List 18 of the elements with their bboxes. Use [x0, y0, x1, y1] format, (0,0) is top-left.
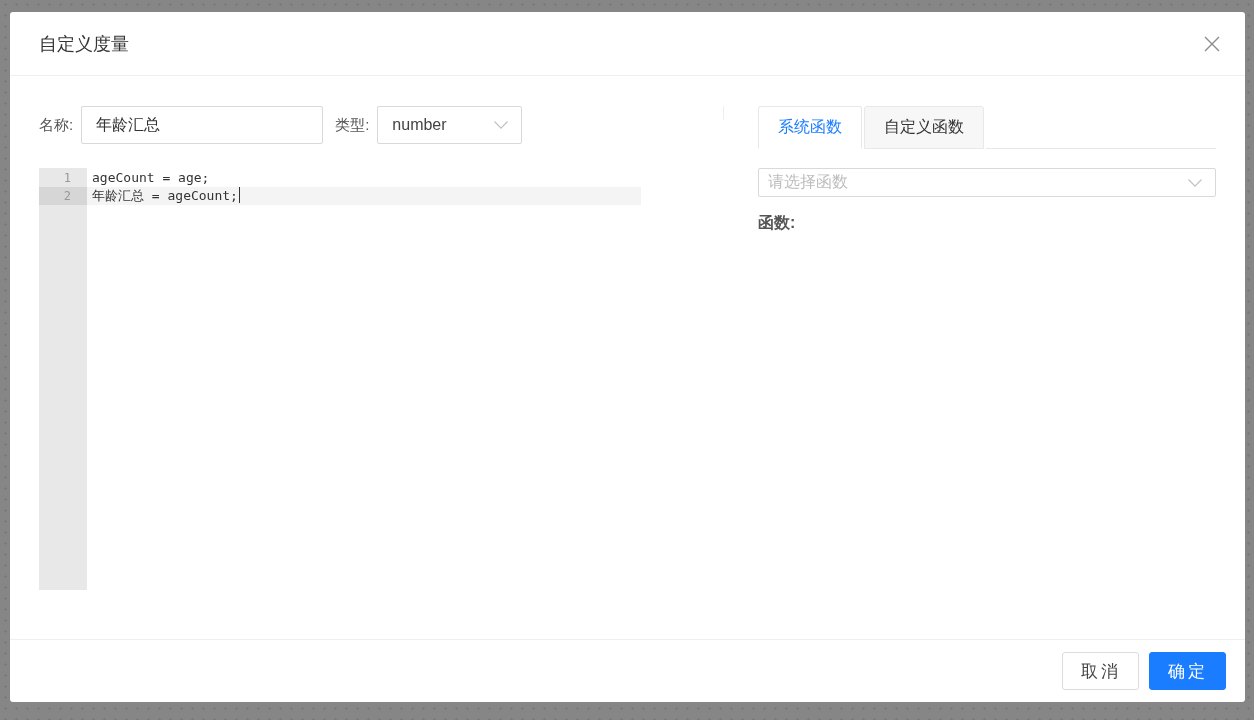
chevron-down-icon [1188, 178, 1202, 187]
code-line: ageCount = age; [91, 169, 211, 187]
type-label: 类型: [335, 115, 370, 135]
function-label: 函数: [758, 213, 797, 233]
confirm-button[interactable]: 确定 [1149, 652, 1226, 690]
chevron-down-icon [494, 121, 509, 129]
text-cursor [238, 187, 240, 203]
dialog-title: 自定义度量 [39, 32, 129, 56]
line-number: 1 [62, 170, 72, 187]
name-label: 名称: [39, 115, 74, 135]
function-tab[interactable]: 系统函数 [758, 106, 862, 149]
code-editor[interactable]: 1 2 ageCount = age; 年龄汇总 = ageCount; [39, 168, 641, 590]
type-select[interactable]: number [377, 106, 523, 144]
function-tab[interactable]: 自定义函数 [864, 106, 984, 149]
cancel-button[interactable]: 取消 [1062, 652, 1139, 690]
name-input[interactable]: 年龄汇总 [81, 106, 324, 144]
close-icon[interactable] [1204, 35, 1220, 52]
line-number: 2 [39, 187, 87, 205]
